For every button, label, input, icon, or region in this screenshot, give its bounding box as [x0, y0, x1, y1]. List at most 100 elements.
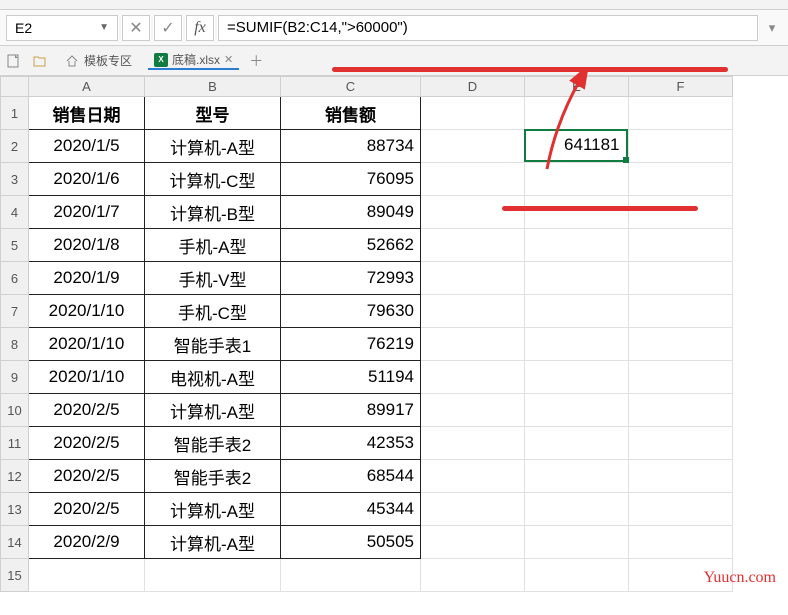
cell-F2[interactable] — [629, 130, 733, 163]
cell-A14[interactable]: 2020/2/9 — [29, 526, 145, 559]
cell-D13[interactable] — [421, 493, 525, 526]
col-header-D[interactable]: D — [421, 77, 525, 97]
row-header-2[interactable]: 2 — [1, 130, 29, 163]
cell-E12[interactable] — [525, 460, 629, 493]
cell-D9[interactable] — [421, 361, 525, 394]
cell-F7[interactable] — [629, 295, 733, 328]
cell-D3[interactable] — [421, 163, 525, 196]
row-header-14[interactable]: 14 — [1, 526, 29, 559]
cell-C5[interactable]: 52662 — [281, 229, 421, 262]
cell-C7[interactable]: 79630 — [281, 295, 421, 328]
cell-A9[interactable]: 2020/1/10 — [29, 361, 145, 394]
cell-C1[interactable]: 销售额 — [281, 97, 421, 130]
tab-template[interactable]: 模板专区 — [58, 52, 138, 69]
cell-C6[interactable]: 72993 — [281, 262, 421, 295]
cell-F3[interactable] — [629, 163, 733, 196]
row-header-10[interactable]: 10 — [1, 394, 29, 427]
cell-C8[interactable]: 76219 — [281, 328, 421, 361]
row-header-1[interactable]: 1 — [1, 97, 29, 130]
cell-D1[interactable] — [421, 97, 525, 130]
cell-C11[interactable]: 42353 — [281, 427, 421, 460]
cell-A1[interactable]: 销售日期 — [29, 97, 145, 130]
row-header-7[interactable]: 7 — [1, 295, 29, 328]
cell-B7[interactable]: 手机-C型 — [145, 295, 281, 328]
cell-E6[interactable] — [525, 262, 629, 295]
cell-C2[interactable]: 88734 — [281, 130, 421, 163]
cell-F5[interactable] — [629, 229, 733, 262]
cell-E15[interactable] — [525, 559, 629, 592]
cell-A5[interactable]: 2020/1/8 — [29, 229, 145, 262]
col-header-C[interactable]: C — [281, 77, 421, 97]
cell-B5[interactable]: 手机-A型 — [145, 229, 281, 262]
cell-A11[interactable]: 2020/2/5 — [29, 427, 145, 460]
cell-C4[interactable]: 89049 — [281, 196, 421, 229]
cell-E7[interactable] — [525, 295, 629, 328]
cell-D5[interactable] — [421, 229, 525, 262]
cell-F1[interactable] — [629, 97, 733, 130]
cell-F10[interactable] — [629, 394, 733, 427]
cell-B15[interactable] — [145, 559, 281, 592]
cell-A13[interactable]: 2020/2/5 — [29, 493, 145, 526]
row-header-3[interactable]: 3 — [1, 163, 29, 196]
new-file-icon[interactable] — [6, 53, 22, 69]
cell-F8[interactable] — [629, 328, 733, 361]
cell-A2[interactable]: 2020/1/5 — [29, 130, 145, 163]
cell-B13[interactable]: 计算机-A型 — [145, 493, 281, 526]
col-header-B[interactable]: B — [145, 77, 281, 97]
select-all-corner[interactable] — [1, 77, 29, 97]
cell-A15[interactable] — [29, 559, 145, 592]
cell-B8[interactable]: 智能手表1 — [145, 328, 281, 361]
cell-F6[interactable] — [629, 262, 733, 295]
cell-A8[interactable]: 2020/1/10 — [29, 328, 145, 361]
cell-C15[interactable] — [281, 559, 421, 592]
cell-C3[interactable]: 76095 — [281, 163, 421, 196]
col-header-A[interactable]: A — [29, 77, 145, 97]
cell-A6[interactable]: 2020/1/9 — [29, 262, 145, 295]
close-icon[interactable]: ✕ — [224, 53, 233, 66]
cell-C13[interactable]: 45344 — [281, 493, 421, 526]
cell-E8[interactable] — [525, 328, 629, 361]
cell-B3[interactable]: 计算机-C型 — [145, 163, 281, 196]
cell-B12[interactable]: 智能手表2 — [145, 460, 281, 493]
row-header-9[interactable]: 9 — [1, 361, 29, 394]
formula-input[interactable]: =SUMIF(B2:C14,">60000") — [218, 15, 758, 41]
cell-E1[interactable] — [525, 97, 629, 130]
cell-F4[interactable] — [629, 196, 733, 229]
cell-D6[interactable] — [421, 262, 525, 295]
cell-E11[interactable] — [525, 427, 629, 460]
confirm-button[interactable]: ✓ — [154, 15, 182, 41]
row-header-12[interactable]: 12 — [1, 460, 29, 493]
row-header-8[interactable]: 8 — [1, 328, 29, 361]
cell-D4[interactable] — [421, 196, 525, 229]
row-header-15[interactable]: 15 — [1, 559, 29, 592]
cell-B11[interactable]: 智能手表2 — [145, 427, 281, 460]
cell-D2[interactable] — [421, 130, 525, 163]
cell-F13[interactable] — [629, 493, 733, 526]
fill-handle[interactable] — [623, 157, 629, 163]
cell-E13[interactable] — [525, 493, 629, 526]
cell-E4[interactable] — [525, 196, 629, 229]
cell-A12[interactable]: 2020/2/5 — [29, 460, 145, 493]
cancel-button[interactable]: ✕ — [122, 15, 150, 41]
cell-F14[interactable] — [629, 526, 733, 559]
row-header-11[interactable]: 11 — [1, 427, 29, 460]
active-cell[interactable]: 641181 — [524, 129, 628, 162]
cell-D7[interactable] — [421, 295, 525, 328]
cell-E14[interactable] — [525, 526, 629, 559]
cell-F11[interactable] — [629, 427, 733, 460]
cell-B4[interactable]: 计算机-B型 — [145, 196, 281, 229]
cell-F9[interactable] — [629, 361, 733, 394]
row-header-5[interactable]: 5 — [1, 229, 29, 262]
cell-A10[interactable]: 2020/2/5 — [29, 394, 145, 427]
cell-B14[interactable]: 计算机-A型 — [145, 526, 281, 559]
cell-D14[interactable] — [421, 526, 525, 559]
row-header-6[interactable]: 6 — [1, 262, 29, 295]
cell-E3[interactable] — [525, 163, 629, 196]
cell-C12[interactable]: 68544 — [281, 460, 421, 493]
add-tab-icon[interactable]: ＋ — [249, 51, 263, 71]
cell-D8[interactable] — [421, 328, 525, 361]
row-header-4[interactable]: 4 — [1, 196, 29, 229]
cell-D15[interactable] — [421, 559, 525, 592]
cell-E9[interactable] — [525, 361, 629, 394]
fx-button[interactable]: fx — [186, 15, 214, 41]
